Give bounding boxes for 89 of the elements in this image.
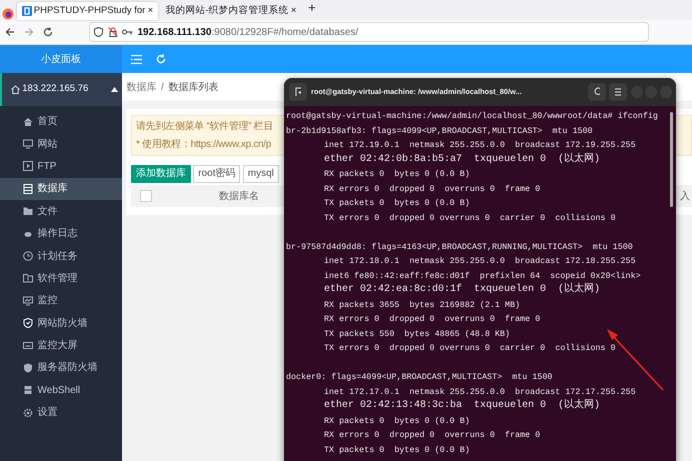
sidebar-item[interactable]: 数据库 xyxy=(0,178,122,200)
menu-icon[interactable] xyxy=(131,54,142,64)
shield-icon xyxy=(94,27,103,37)
terminal-command: root@gatsby-virtual-machine:/www/admin/localhost_80/wwwroot/data# ifconfig xyxy=(286,111,658,121)
monitor-icon xyxy=(23,139,33,150)
search-button[interactable] xyxy=(588,83,606,101)
monitor-icon xyxy=(23,340,33,351)
terminal-output-line: RX packets 3655 bytes 2169882 (2.1 MB) xyxy=(324,300,520,310)
tab-title: PHPSTUDY-PHPStudy for xyxy=(34,4,146,18)
terminal-output-line: ether 02:42:13:48:3c:ba txqueuelen 0 (以太网) xyxy=(324,400,600,411)
new-tab-icon[interactable]: + xyxy=(308,0,316,18)
shield-icon xyxy=(23,362,33,373)
tab-icon xyxy=(294,87,300,97)
browser-tab[interactable]: 我的网站-织梦内容管理系统 × xyxy=(160,2,302,20)
notice-text: * 使用教程：https://www.xp.cn/p xyxy=(136,138,272,152)
scrollbar[interactable] xyxy=(670,112,673,207)
sidebar-item[interactable]: FTP xyxy=(0,155,122,178)
tab-title: 我的网站-织梦内容管理系统 xyxy=(165,4,289,18)
clock-icon xyxy=(23,251,33,262)
new-tab-button[interactable] xyxy=(288,83,306,101)
server-ip: 183.222.165.76 xyxy=(22,82,90,96)
sidebar-item[interactable]: 监控 xyxy=(0,290,122,312)
terminal-output-line: inet 172.17.0.1 netmask 255.255.0.0 broadcast 172.17.255.255 xyxy=(324,386,636,396)
notice-text: 请先到左侧菜单 “软件管理” 栏目 xyxy=(136,120,274,134)
sidebar-item[interactable]: 网站 xyxy=(0,132,122,156)
sidebar-item[interactable]: 文件 xyxy=(0,200,122,222)
column-header: 入 xyxy=(680,190,691,204)
refresh-icon[interactable] xyxy=(156,54,166,64)
terminal-output-line: inet 172.19.0.1 netmask 255.255.0.0 broadcast 172.19.255.255 xyxy=(324,140,636,150)
terminal-output-line: docker0: flags=4099<UP,BROADCAST,MULTICAST> mtu 1500 xyxy=(286,372,552,382)
site-logo-icon xyxy=(22,6,32,16)
terminal-output-line: inet 172.18.0.1 netmask 255.255.0.0 broadcast 172.18.255.255 xyxy=(324,256,636,266)
terminal-output-line: RX packets 0 bytes 0 (0.0 B) xyxy=(324,169,470,179)
close-icon[interactable]: × xyxy=(290,4,296,18)
terminal-output-line: TX packets 0 bytes 0 (0.0 B) xyxy=(324,198,470,208)
terminal-output-line: ether 02:42:0b:8a:b5:a7 txqueuelen 0 (以太网) xyxy=(324,154,600,164)
url-text: 192.168.111.130:9080/12928F#/home/databases/ xyxy=(138,26,358,40)
terminal-output-line: TX packets 550 bytes 48865 (48.8 KB) xyxy=(324,328,510,338)
terminal-output-line: RX packets 0 bytes 0 (0.0 B) xyxy=(324,416,470,426)
terminal-output-line: TX errors 0 dropped 0 overruns 0 carrier 0 collisions 0 xyxy=(324,343,616,353)
toolbar-button[interactable]: 添加数据库 xyxy=(131,165,191,183)
toolbar-button[interactable]: root密码 xyxy=(193,165,240,183)
terminal-output-line: inet6 fe80::42:eaff:fe8c:d01f prefixlen 64 scopeid 0x20<link> xyxy=(324,270,641,280)
reload-icon[interactable] xyxy=(42,27,52,37)
toolbar-button[interactable]: mysql xyxy=(242,165,279,183)
sidebar-item[interactable]: 软件管理 xyxy=(0,267,122,290)
sidebar-item[interactable]: 计划任务 xyxy=(0,244,122,268)
browser-logo-icon xyxy=(2,8,14,20)
server-item[interactable]: 183.222.165.76 xyxy=(0,73,122,106)
server-icon xyxy=(23,385,33,396)
play-icon xyxy=(23,161,33,172)
terminal-output-line: TX packets 0 bytes 0 (0.0 B) xyxy=(324,444,470,454)
address-bar[interactable]: 192.168.111.130:9080/12928F#/home/databases/ xyxy=(88,22,648,42)
sidebar-item[interactable]: 操作日志 xyxy=(0,222,122,245)
close-icon[interactable]: × xyxy=(148,4,154,18)
terminal-output-line: br-2b1d9158afb3: flags=4099<UP,BROADCAST,MULTICAST> mtu 1500 xyxy=(286,126,593,136)
breadcrumb-current: 数据库列表 xyxy=(168,80,218,94)
checkbox[interactable] xyxy=(140,190,152,202)
terminal-output-line: TX errors 0 dropped 0 overruns 0 carrier 0 collisions 0 xyxy=(324,212,616,222)
menu-icon xyxy=(614,88,620,96)
browser-tab[interactable]: PHPSTUDY-PHPStudy for × xyxy=(16,2,158,20)
menu-button[interactable] xyxy=(608,83,626,101)
terminal-output-line: RX errors 0 dropped 0 overruns 0 frame 0 xyxy=(324,430,540,440)
sidebar-item[interactable]: 首页 xyxy=(0,110,122,133)
sidebar-item[interactable]: WebShell xyxy=(0,379,122,402)
sidebar-item[interactable]: 监控大屏 xyxy=(0,334,122,357)
terminal-output-line: br-97587d4d9dd8: flags=4163<UP,BROADCAST,RUNNING,MULTICAST> mtu 1500 xyxy=(286,242,633,252)
monitor-chart-icon xyxy=(23,296,33,306)
forward-icon[interactable] xyxy=(24,27,34,37)
gear-icon xyxy=(23,408,33,418)
folder-icon xyxy=(23,273,33,284)
terminal-output-line: ether 02:42:ea:8c:d0:1f txqueuelen 0 (以太网) xyxy=(324,284,600,295)
home-icon xyxy=(23,116,33,127)
panel-title: 小皮面板 xyxy=(41,52,81,66)
house-icon xyxy=(11,85,20,94)
breadcrumb-link[interactable]: 数据库 xyxy=(126,80,156,94)
breadcrumb-separator: / xyxy=(161,80,164,94)
lock-icon xyxy=(108,27,118,37)
folder-icon xyxy=(23,206,33,216)
back-icon[interactable] xyxy=(4,27,14,37)
sidebar-item[interactable]: 设置 xyxy=(0,402,122,424)
list-icon xyxy=(23,184,33,194)
shield-icon xyxy=(23,318,33,328)
column-header: 数据库名 xyxy=(219,190,259,204)
sidebar-item[interactable]: 服务器防火墙 xyxy=(0,356,122,380)
sidebar-item[interactable]: 网站防火墙 xyxy=(0,312,122,334)
terminal-output-line: RX errors 0 dropped 0 overruns 0 frame 0 xyxy=(324,184,540,194)
key-icon xyxy=(122,28,133,36)
terminal-output-line: RX errors 0 dropped 0 overruns 0 frame 0 xyxy=(324,314,540,324)
